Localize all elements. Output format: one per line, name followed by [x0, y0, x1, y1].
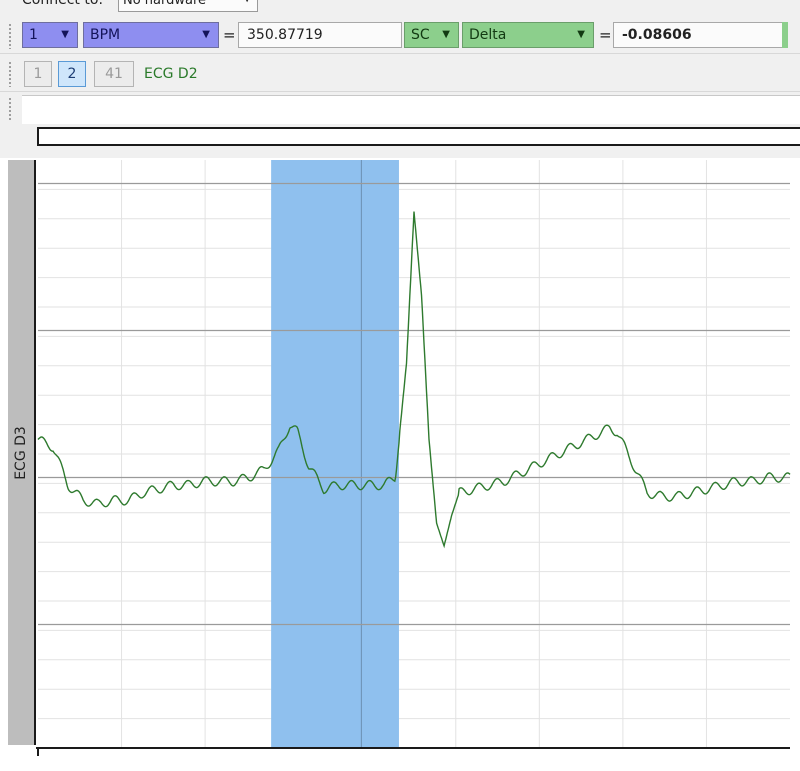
measurement1-equals: = — [223, 26, 236, 44]
measurement1-channel: 1 — [29, 27, 38, 43]
chevron-down-icon: ▼ — [577, 29, 585, 40]
measurement2-channel: SC — [411, 27, 430, 43]
input-toolbar — [0, 93, 800, 126]
measurement-overflow-indicator — [782, 22, 788, 48]
page-toolbar: 1 2 41 ECG D2 — [0, 55, 800, 92]
channel-label-strip[interactable]: ECG D3 — [8, 160, 36, 745]
measurement2-value: -0.08606 — [613, 22, 785, 48]
measurement2-type: Delta — [469, 27, 507, 43]
page-button-41[interactable]: 41 — [94, 61, 134, 87]
connect-bar: Connect to: No hardware ▼ — [0, 0, 800, 14]
page-button-label: 1 — [33, 66, 43, 82]
page-button-1[interactable]: 1 — [24, 61, 52, 87]
measurement2-value-text: -0.08606 — [622, 27, 692, 43]
command-input[interactable] — [22, 95, 800, 124]
measurement-toolbar: 1 ▼ BPM ▼ = 350.87719 SC ▼ Delta ▼ = -0.… — [0, 17, 800, 54]
page-button-label: 41 — [105, 66, 123, 82]
chevron-down-icon: ▼ — [243, 0, 251, 4]
selection-band — [271, 160, 399, 748]
page-button-label: 2 — [67, 66, 77, 82]
connect-label: Connect to: — [22, 0, 104, 8]
measurement1-type: BPM — [90, 27, 121, 43]
chevron-down-icon: ▼ — [202, 29, 210, 40]
page-button-2[interactable]: 2 — [58, 61, 86, 87]
toolbar-grip-icon[interactable] — [8, 61, 12, 87]
hardware-select-value: No hardware — [123, 0, 207, 8]
ecg-plot[interactable] — [0, 158, 800, 771]
measurement2-equals: = — [599, 26, 612, 44]
measurement1-value: 350.87719 — [238, 22, 402, 48]
measurement2-channel-select[interactable]: SC ▼ — [404, 22, 459, 48]
hardware-select[interactable]: No hardware ▼ — [118, 0, 258, 12]
overview-scrollbar[interactable] — [37, 127, 800, 146]
channel-title: ECG D2 — [144, 66, 198, 82]
chevron-down-icon: ▼ — [61, 29, 69, 40]
measurement2-type-select[interactable]: Delta ▼ — [462, 22, 594, 48]
measurement1-channel-select[interactable]: 1 ▼ — [22, 22, 78, 48]
toolbar-grip-icon[interactable] — [8, 97, 12, 121]
chevron-down-icon: ▼ — [442, 29, 450, 40]
ecg-trace — [37, 211, 791, 549]
toolbar-grip-icon[interactable] — [8, 23, 12, 49]
measurement1-type-select[interactable]: BPM ▼ — [83, 22, 219, 48]
channel-ylabel: ECG D3 — [13, 425, 29, 480]
measurement1-value-text: 350.87719 — [247, 27, 323, 43]
